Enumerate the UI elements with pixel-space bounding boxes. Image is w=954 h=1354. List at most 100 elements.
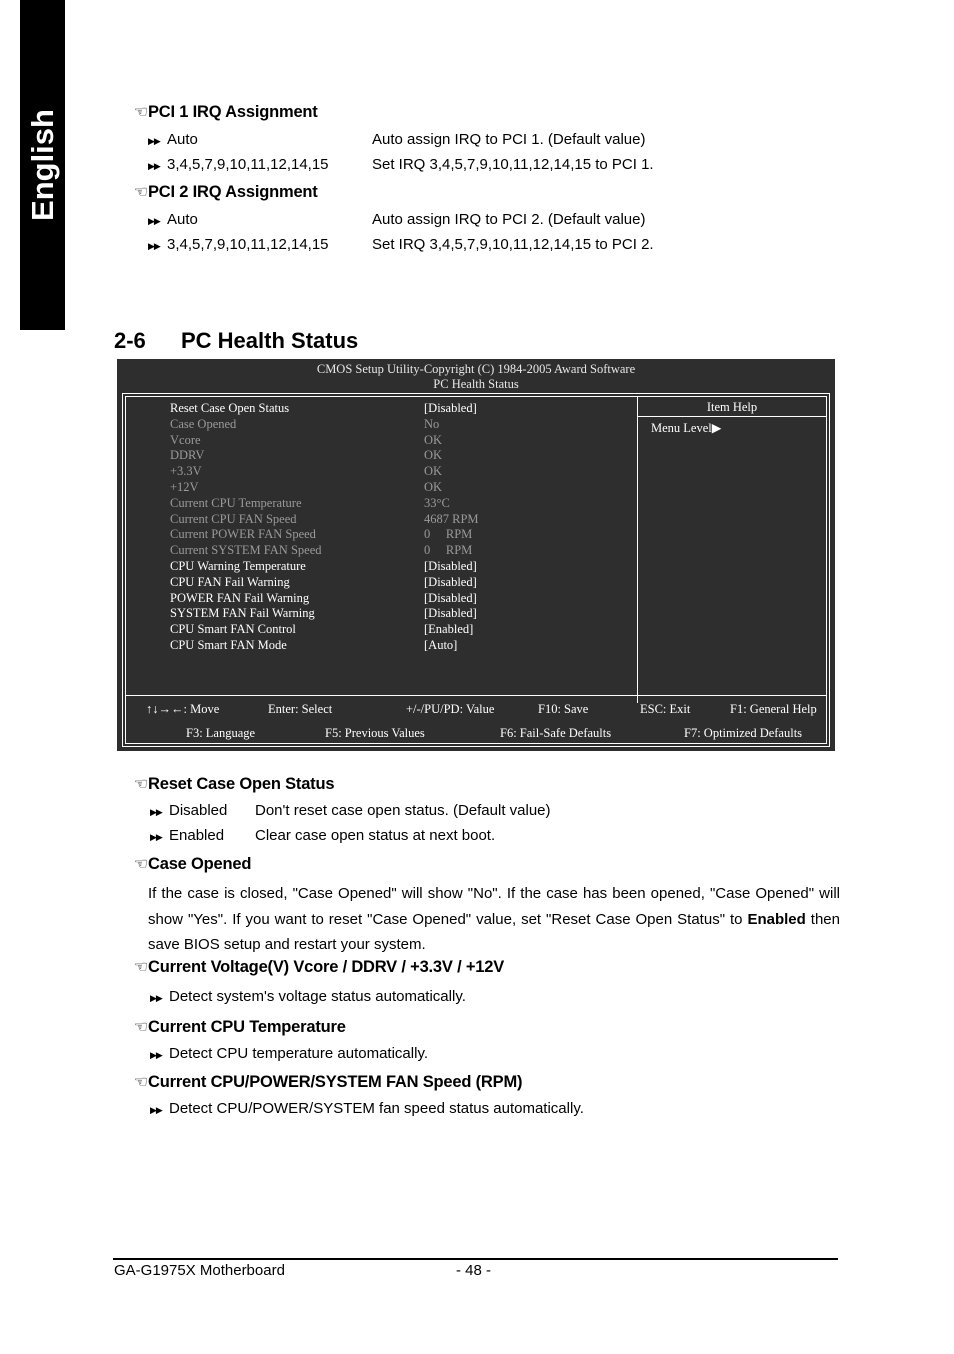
key-move: ↑↓→←: Move: [146, 702, 220, 716]
double-arrow-icon: ▶▶: [150, 1105, 163, 1115]
option-desc: Detect CPU/POWER/SYSTEM fan speed status…: [169, 1100, 584, 1117]
key-f6-fail-safe-defaults: F6: Fail-Safe Defaults: [500, 726, 612, 740]
option-desc: Auto assign IRQ to PCI 1. (Default value…: [372, 131, 646, 148]
bios-title-line1: CMOS Setup Utility-Copyright (C) 1984-20…: [316, 362, 636, 376]
option-row: ▶▶ 3,4,5,7,9,10,11,12,14,15: [148, 236, 329, 254]
bios-row-label: Current CPU FAN Speed: [170, 511, 297, 526]
option-name: Auto: [167, 131, 198, 148]
bios-title-block: CMOS Setup Utility-Copyright (C) 1984-20…: [117, 359, 835, 392]
pointing-hand-icon: ☞: [133, 104, 148, 121]
option-name: 3,4,5,7,9,10,11,12,14,15: [167, 236, 329, 253]
bios-row-value: [Disabled]: [424, 574, 477, 589]
double-arrow-icon: ▶▶: [150, 993, 163, 1003]
heading-current-cpu-temperature: ☞ Current CPU Temperature: [122, 1018, 346, 1037]
bios-row-value: 0 RPM: [424, 543, 473, 558]
double-arrow-icon: ▶▶: [150, 807, 163, 817]
double-arrow-icon: ▶▶: [148, 241, 161, 251]
bios-row-label: CPU FAN Fail Warning: [170, 574, 290, 589]
case-opened-paragraph: If the case is closed, "Case Opened" wil…: [148, 881, 840, 958]
bios-row-label: Current POWER FAN Speed: [170, 527, 316, 542]
double-arrow-icon: ▶▶: [148, 216, 161, 226]
bios-row[interactable]: CPU Smart FAN Control [Enabled]: [126, 622, 637, 638]
heading-text: PCI 1 IRQ Assignment: [148, 103, 318, 121]
bios-row-value: [Disabled]: [424, 558, 477, 573]
option-desc: Set IRQ 3,4,5,7,9,10,11,12,14,15 to PCI …: [372, 156, 654, 173]
paragraph-part1: If the case is closed, "Case Opened" wil…: [148, 885, 840, 928]
menu-level-arrow-icon: ▶: [711, 421, 722, 435]
menu-level-label: Menu Level: [651, 421, 712, 435]
option-name: Enabled: [169, 827, 225, 844]
key-esc-exit: ESC: Exit: [640, 702, 691, 716]
item-help-title: Item Help: [638, 397, 826, 417]
option-name: Disabled: [169, 802, 228, 819]
bios-row[interactable]: CPU Warning Temperature [Disabled]: [126, 559, 637, 575]
option-row: ▶▶ Detect CPU temperature automatically.: [150, 1045, 428, 1063]
bios-screenshot: CMOS Setup Utility-Copyright (C) 1984-20…: [117, 359, 835, 751]
bios-row-value: OK: [424, 479, 443, 494]
pointing-hand-icon: ☞: [133, 776, 148, 793]
bios-row[interactable]: CPU FAN Fail Warning [Disabled]: [126, 575, 637, 591]
option-desc: Set IRQ 3,4,5,7,9,10,11,12,14,15 to PCI …: [372, 236, 654, 253]
section-heading: 2-6 PC Health Status: [114, 328, 358, 354]
option-row: ▶▶ Auto: [148, 211, 198, 229]
bios-row: +12V OK: [126, 480, 637, 496]
bios-row-value: [Disabled]: [424, 606, 477, 621]
section-title: PC Health Status: [181, 328, 359, 353]
bios-row: Current POWER FAN Speed 0 RPM: [126, 527, 637, 543]
bios-row[interactable]: POWER FAN Fail Warning [Disabled]: [126, 591, 637, 607]
heading-pci1-irq-assignment: ☞ PCI 1 IRQ Assignment: [122, 103, 318, 122]
bios-row[interactable]: CPU Smart FAN Mode [Auto]: [126, 638, 637, 654]
heading-text: Reset Case Open Status: [148, 775, 335, 793]
key-f1-general-help: F1: General Help: [730, 702, 817, 716]
bios-row-value: 0 RPM: [424, 527, 473, 542]
bios-row-value: [Disabled]: [424, 401, 477, 415]
bios-row[interactable]: Reset Case Open Status [Disabled]: [126, 401, 637, 417]
bios-row: Case Opened No: [126, 417, 637, 433]
bios-row-value: OK: [424, 448, 443, 463]
key-enter-select: Enter: Select: [268, 702, 333, 716]
bios-key-legend-line2: F3: Language F5: Previous Values F6: Fai…: [126, 720, 826, 744]
option-desc: Auto assign IRQ to PCI 2. (Default value…: [372, 211, 646, 228]
bios-row-label: CPU Smart FAN Control: [170, 622, 296, 637]
bios-row-label: SYSTEM FAN Fail Warning: [170, 606, 315, 621]
footer-divider: [113, 1258, 838, 1260]
document-content: ☞ PCI 1 IRQ Assignment ▶▶ Auto Auto assi…: [0, 0, 954, 1354]
heading-text: Case Opened: [148, 855, 252, 873]
bios-row-label: CPU Warning Temperature: [170, 558, 306, 573]
double-arrow-icon: ▶▶: [148, 136, 161, 146]
double-arrow-icon: ▶▶: [150, 1050, 163, 1060]
option-row: ▶▶ Detect CPU/POWER/SYSTEM fan speed sta…: [150, 1100, 584, 1118]
bios-row-value: 4687 RPM: [424, 511, 479, 526]
bios-row: DDRV OK: [126, 448, 637, 464]
option-name: 3,4,5,7,9,10,11,12,14,15: [167, 156, 329, 173]
heading-text: Current CPU Temperature: [148, 1018, 346, 1036]
option-desc: Clear case open status at next boot.: [255, 827, 496, 844]
option-row: ▶▶ Auto: [148, 131, 198, 149]
bios-row-value: No: [424, 416, 440, 431]
pointing-hand-icon: ☞: [133, 959, 148, 976]
heading-reset-case-open-status: ☞ Reset Case Open Status: [122, 775, 335, 794]
double-arrow-icon: ▶▶: [148, 161, 161, 171]
pointing-hand-icon: ☞: [133, 856, 148, 873]
bios-row[interactable]: SYSTEM FAN Fail Warning [Disabled]: [126, 606, 637, 622]
bios-row-label: CPU Smart FAN Mode: [170, 637, 287, 652]
bios-row-label: Vcore: [170, 432, 201, 447]
key-f10-save: F10: Save: [538, 702, 589, 716]
option-desc: Detect system's voltage status automatic…: [169, 988, 466, 1005]
bios-item-help-panel: Item Help Menu Level▶: [638, 397, 826, 703]
bios-row-label: +3.3V: [170, 464, 202, 479]
bios-key-legend-line1: ↑↓→←: Move Enter: Select +/-/PU/PD: Valu…: [126, 696, 826, 720]
bios-row-value: [Disabled]: [424, 590, 477, 605]
footer-product-name: GA-G1975X Motherboard: [114, 1262, 285, 1279]
heading-current-fan-speed: ☞ Current CPU/POWER/SYSTEM FAN Speed (RP…: [122, 1073, 523, 1092]
bios-row: Vcore OK: [126, 433, 637, 449]
option-row: ▶▶ Detect system's voltage status automa…: [150, 988, 466, 1006]
pointing-hand-icon: ☞: [133, 1074, 148, 1091]
bios-settings-list: Reset Case Open Status [Disabled] Case O…: [126, 397, 638, 703]
bios-row-label: +12V: [170, 479, 199, 494]
paragraph-bold-enabled: Enabled: [747, 910, 806, 928]
heading-case-opened: ☞ Case Opened: [122, 855, 252, 874]
key-f3-language: F3: Language: [186, 726, 256, 740]
bios-row-value: 33°C: [424, 495, 450, 510]
heading-current-voltage: ☞ Current Voltage(V) Vcore / DDRV / +3.3…: [122, 958, 505, 977]
